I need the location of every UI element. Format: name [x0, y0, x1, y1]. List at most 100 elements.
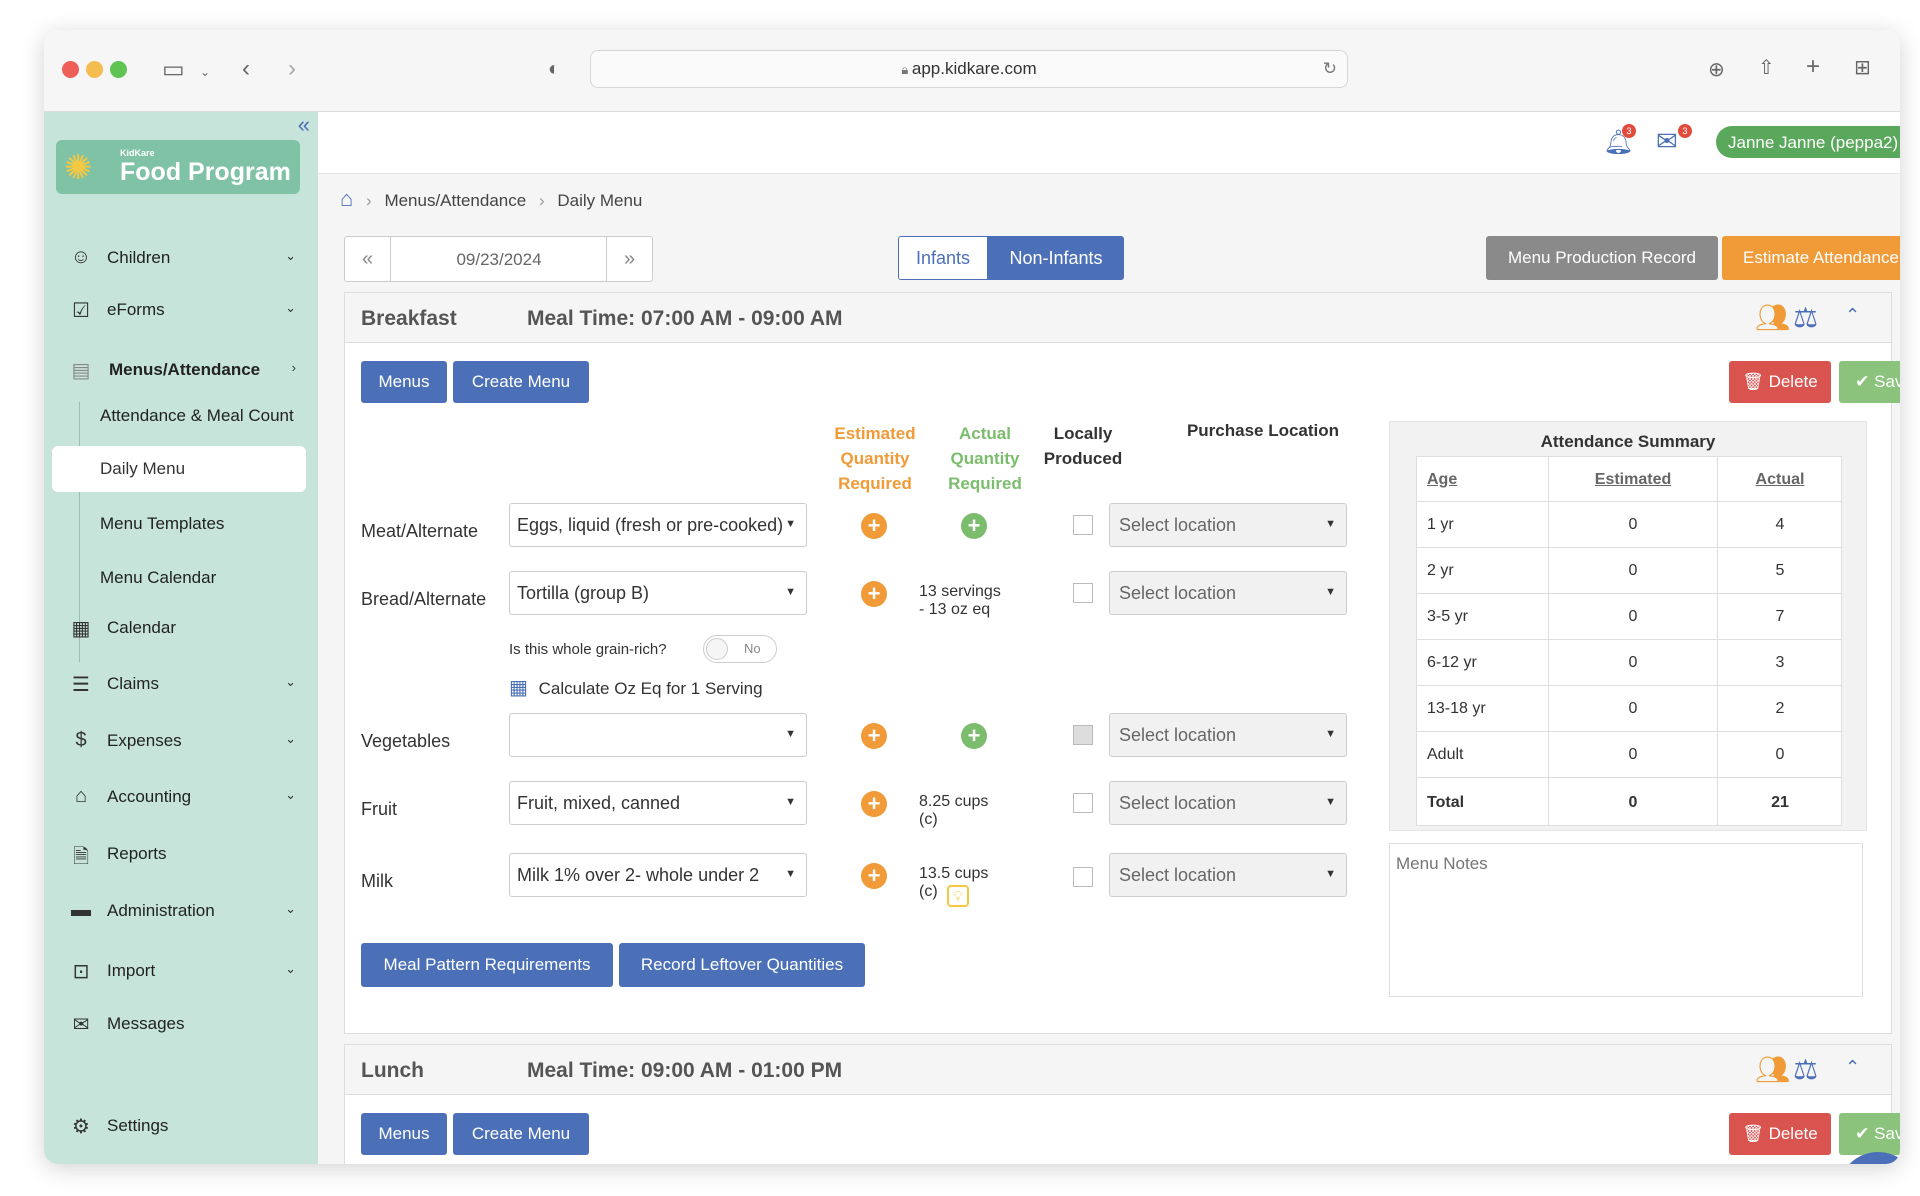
fruit-food-select[interactable]: Fruit, mixed, canned ▼: [509, 781, 807, 825]
sidebar-subitem-daily-menu[interactable]: Daily Menu: [52, 446, 306, 492]
select-value: Fruit, mixed, canned: [517, 793, 681, 813]
attendance-summary-title: Attendance Summary: [1540, 432, 1716, 451]
sidebar-item-calendar[interactable]: ▦ Calendar: [44, 606, 318, 650]
vegetables-food-select[interactable]: ▼: [509, 713, 807, 757]
fruit-location-select[interactable]: Select location ▼: [1109, 781, 1347, 825]
home-icon[interactable]: ⌂: [340, 186, 353, 211]
create-menu-button[interactable]: Create Menu: [453, 1113, 589, 1155]
bread-food-select[interactable]: Tortilla (group B) ▼: [509, 571, 807, 615]
sidebar-item-accounting[interactable]: ⌂ Accounting ⌄: [44, 775, 318, 819]
header-estimated[interactable]: Estimated: [1549, 471, 1717, 489]
sidebar-item-settings[interactable]: ⚙ Settings: [44, 1104, 318, 1148]
trash-icon: 🗑︎: [1742, 1124, 1769, 1143]
age-cell: 2 yr: [1427, 562, 1454, 579]
collapse-icon[interactable]: ⌃: [1845, 305, 1860, 326]
delete-button[interactable]: 🗑︎ Delete: [1729, 361, 1831, 403]
scale-icon[interactable]: ⚖: [1793, 301, 1818, 334]
share-icon[interactable]: ⇧: [1758, 56, 1775, 80]
chevron-down-icon[interactable]: ⌄: [200, 60, 210, 84]
add-estimated-milk-icon[interactable]: +: [861, 863, 887, 889]
logo-chevron-icon[interactable]: ⌄: [276, 158, 288, 175]
menu-production-record-button[interactable]: Menu Production Record: [1486, 236, 1718, 280]
dropdown-arrow-icon: ▼: [1325, 868, 1336, 880]
new-tab-icon[interactable]: +: [1806, 55, 1820, 79]
locally-produced-bread-checkbox[interactable]: [1073, 583, 1093, 603]
milk-location-select[interactable]: Select location ▼: [1109, 853, 1347, 897]
save-button[interactable]: ✔ Save: [1839, 1113, 1900, 1155]
logo-big-text: Food Program: [120, 158, 291, 186]
sidebar-item-messages[interactable]: ✉ Messages: [44, 1002, 318, 1046]
sidebar-subitem-attendance-meal-count[interactable]: Attendance & Meal Count: [100, 406, 294, 426]
back-icon[interactable]: ‹: [242, 57, 250, 81]
estimate-attendance-button[interactable]: Estimate Attendance: [1722, 236, 1900, 280]
tab-overview-icon[interactable]: ⊞: [1854, 56, 1871, 80]
minimize-window-button[interactable]: [86, 61, 103, 78]
sidebar-item-label: Expenses: [107, 731, 182, 750]
vegetables-location-select[interactable]: Select location ▼: [1109, 713, 1347, 757]
menus-button[interactable]: Menus: [361, 361, 447, 403]
food-program-logo[interactable]: ✺ KidKare Food Program ⌄: [56, 140, 300, 194]
sidebar-item-administration[interactable]: ▬ Administration ⌄: [44, 889, 318, 933]
whole-grain-toggle[interactable]: No: [703, 635, 777, 663]
prev-date-button[interactable]: «: [345, 237, 391, 281]
lightbulb-icon[interactable]: 💡︎: [947, 885, 969, 907]
download-icon[interactable]: ⊕: [1708, 58, 1725, 82]
close-window-button[interactable]: [62, 61, 79, 78]
sidebar-item-import[interactable]: ⊡ Import ⌄: [44, 949, 318, 993]
next-date-button[interactable]: »: [606, 237, 652, 281]
shield-icon[interactable]: ◐: [548, 57, 560, 81]
sidebar-item-expenses[interactable]: $ Expenses ⌄: [44, 719, 318, 763]
milk-food-select[interactable]: Milk 1% over 2- whole under 2 ▼: [509, 853, 807, 897]
meal-pattern-requirements-button[interactable]: Meal Pattern Requirements: [361, 943, 613, 987]
locally-produced-milk-checkbox[interactable]: [1073, 867, 1093, 887]
add-actual-meat-icon[interactable]: +: [961, 513, 987, 539]
collapse-sidebar-icon[interactable]: «: [298, 112, 310, 138]
zoom-window-button[interactable]: [110, 61, 127, 78]
add-estimated-fruit-icon[interactable]: +: [861, 791, 887, 817]
calc-oz-link[interactable]: ▦ Calculate Oz Eq for 1 Serving: [509, 675, 763, 700]
delete-button[interactable]: 🗑︎ Delete: [1729, 1113, 1831, 1155]
mail-icon[interactable]: ✉: [1656, 126, 1678, 157]
address-bar[interactable]: 🔒︎ app.kidkare.com ↻: [590, 50, 1348, 88]
meat-food-select[interactable]: Eggs, liquid (fresh or pre-cooked) ▼: [509, 503, 807, 547]
collapse-icon[interactable]: ⌃: [1845, 1057, 1860, 1078]
breadcrumb-parent[interactable]: Menus/Attendance: [384, 191, 526, 210]
locally-produced-fruit-checkbox[interactable]: [1073, 793, 1093, 813]
locally-produced-vegetables-checkbox[interactable]: [1073, 725, 1093, 745]
tab-infants[interactable]: Infants: [898, 236, 988, 280]
people-group-icon[interactable]: 👥︎: [1755, 1053, 1791, 1086]
sidebar-item-menus-attendance[interactable]: ▤ Menus/Attendance ›: [44, 348, 318, 392]
user-menu-button[interactable]: Janne Janne (peppa2)⌄: [1716, 126, 1900, 158]
menus-button[interactable]: Menus: [361, 1113, 447, 1155]
date-value[interactable]: 09/23/2024: [391, 250, 607, 270]
people-group-icon[interactable]: 👥︎: [1755, 301, 1791, 334]
sidebar-item-claims[interactable]: ☰ Claims ⌄: [44, 662, 318, 706]
sidebar-item-eforms[interactable]: ☑ eForms ⌄: [44, 288, 318, 332]
sidebar-item-reports[interactable]: 🗎︎ Reports: [44, 832, 318, 876]
sidebar-item-children[interactable]: ☺ Children ⌄: [44, 236, 318, 280]
lunch-header: Lunch Meal Time: 09:00 AM - 01:00 PM 👥︎ …: [345, 1045, 1891, 1095]
locally-produced-meat-checkbox[interactable]: [1073, 515, 1093, 535]
menu-notes-textarea[interactable]: [1389, 843, 1863, 997]
bread-location-select[interactable]: Select location ▼: [1109, 571, 1347, 615]
reload-icon[interactable]: ↻: [1323, 51, 1337, 87]
create-menu-button[interactable]: Create Menu: [453, 361, 589, 403]
attendance-row: 13-18 yr 0 2: [1417, 685, 1841, 731]
add-estimated-bread-icon[interactable]: +: [861, 581, 887, 607]
header-actual[interactable]: Actual: [1718, 471, 1842, 489]
add-estimated-meat-icon[interactable]: +: [861, 513, 887, 539]
scale-icon[interactable]: ⚖: [1793, 1053, 1818, 1086]
sidebar-toggle-icon[interactable]: ▭: [162, 58, 185, 82]
record-leftover-quantities-button[interactable]: Record Leftover Quantities: [619, 943, 865, 987]
add-actual-vegetables-icon[interactable]: +: [961, 723, 987, 749]
sidebar-subitem-menu-calendar[interactable]: Menu Calendar: [100, 568, 216, 588]
attendance-row: 2 yr 0 5: [1417, 547, 1841, 593]
sidebar-subitem-menu-templates[interactable]: Menu Templates: [100, 514, 224, 534]
header-age[interactable]: Age: [1427, 471, 1457, 489]
forward-icon[interactable]: ›: [288, 57, 296, 81]
save-button[interactable]: ✔ Save: [1839, 361, 1900, 403]
tab-non-infants[interactable]: Non-Infants: [988, 236, 1124, 280]
add-estimated-vegetables-icon[interactable]: +: [861, 723, 887, 749]
header-line: Produced: [1043, 449, 1123, 468]
meat-location-select[interactable]: Select location ▼: [1109, 503, 1347, 547]
